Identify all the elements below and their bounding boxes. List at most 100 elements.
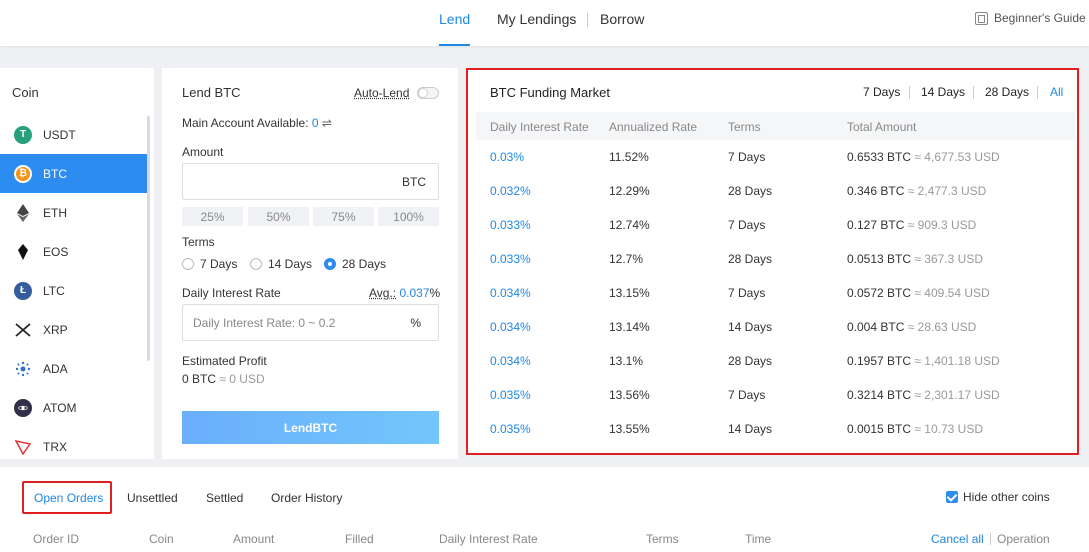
total-amount-cell: 0.1957 BTC ≈ 1,401.18 USD: [847, 344, 1000, 378]
amount-btc: 0.0513 BTC: [847, 252, 912, 266]
profit-usd: ≈ 0 USD: [219, 372, 265, 386]
term-28-days-radio[interactable]: 28 Days: [324, 257, 386, 271]
avg-unit: %: [429, 286, 441, 300]
filter-28-days[interactable]: 28 Days: [985, 85, 1029, 99]
tab-settled[interactable]: Settled: [206, 491, 243, 505]
coin-item-eth[interactable]: ETH: [0, 193, 147, 232]
coin-list-header: Coin: [12, 85, 39, 100]
market-row[interactable]: 0.034% 13.14% 14 Days 0.004 BTC ≈ 28.63 USD: [468, 310, 1077, 344]
cancel-all-link[interactable]: Cancel all: [931, 532, 984, 546]
eos-icon: [14, 243, 32, 261]
rate-label: Daily Interest Rate: [182, 286, 281, 300]
percent-100-button[interactable]: 100%: [378, 207, 439, 226]
amount-usd: ≈ 409.54 USD: [914, 286, 990, 300]
radio-label: 28 Days: [342, 257, 387, 271]
btc-icon: ₿: [14, 164, 32, 183]
amount-usd: ≈ 2,301.17 USD: [914, 388, 1000, 402]
avg-value: 0.037: [399, 286, 430, 300]
amount-input[interactable]: BTC: [182, 163, 439, 200]
coin-item-ada[interactable]: ADA: [0, 349, 147, 388]
coin-list-panel: Coin T USDT ₿ BTC ETH EOS Ł LTC XRP ADA: [0, 68, 154, 459]
percent-25-button[interactable]: 25%: [182, 207, 243, 226]
market-row[interactable]: 0.032% 12.29% 28 Days 0.346 BTC ≈ 2,477.3 U…: [468, 174, 1077, 208]
terms-cell: 28 Days: [728, 252, 773, 266]
tab-order-history[interactable]: Order History: [271, 491, 342, 505]
market-row[interactable]: 0.033% 12.7% 28 Days 0.0513 BTC ≈ 367.3 USD: [468, 242, 1077, 276]
rate-cell: 0.033%: [490, 218, 531, 232]
coin-label: LTC: [43, 283, 65, 298]
coin-label: ETH: [43, 205, 67, 220]
profit-btc: 0 BTC: [182, 372, 217, 386]
tab-open-orders[interactable]: Open Orders: [34, 491, 103, 505]
col-filled: Filled: [345, 532, 374, 546]
coin-item-ltc[interactable]: Ł LTC: [0, 271, 147, 310]
col-time: Time: [745, 532, 772, 546]
col-coin: Coin: [149, 532, 174, 546]
market-row[interactable]: 0.03% 11.52% 7 Days 0.6533 BTC ≈ 4,677.53 U…: [468, 140, 1077, 174]
coin-label: EOS: [43, 244, 69, 259]
rate-cell: 0.034%: [490, 354, 531, 368]
transfer-icon[interactable]: ⇌: [322, 116, 332, 130]
rate-input[interactable]: [183, 305, 403, 340]
tab-my-lendings[interactable]: My Lendings: [497, 11, 576, 46]
col-annualized-rate: Annualized Rate: [609, 120, 698, 134]
term-14-days-radio[interactable]: 14 Days: [250, 257, 312, 271]
col-daily-rate: Daily Interest Rate: [490, 120, 589, 134]
coin-item-usdt[interactable]: T USDT: [0, 115, 147, 154]
auto-lend-label[interactable]: Auto-Lend: [354, 86, 409, 100]
trx-icon: [14, 438, 32, 456]
ltc-icon: Ł: [14, 281, 32, 300]
market-row[interactable]: 0.035% 13.56% 7 Days 0.3214 BTC ≈ 2,301.17 …: [468, 378, 1077, 412]
beginners-guide-link[interactable]: Beginner's Guide: [975, 11, 1086, 25]
coin-item-btc[interactable]: ₿ BTC: [0, 154, 147, 193]
radio-label: 7 Days: [200, 257, 238, 271]
market-row[interactable]: 0.033% 12.74% 7 Days 0.127 BTC ≈ 909.3 USD: [468, 208, 1077, 242]
market-row[interactable]: 0.034% 13.1% 28 Days 0.1957 BTC ≈ 1,401.18 …: [468, 344, 1077, 378]
tab-unsettled[interactable]: Unsettled: [127, 491, 178, 505]
total-amount-cell: 0.0015 BTC ≈ 10.73 USD: [847, 412, 983, 446]
market-row[interactable]: 0.035% 13.55% 14 Days 0.0015 BTC ≈ 10.73 US…: [468, 412, 1077, 446]
coin-item-trx[interactable]: TRX: [0, 427, 147, 459]
total-amount-cell: 0.0572 BTC ≈ 409.54 USD: [847, 276, 990, 310]
market-row[interactable]: 0.034% 13.15% 7 Days 0.0572 BTC ≈ 409.54 US…: [468, 276, 1077, 310]
terms-label: Terms: [182, 235, 215, 249]
terms-cell: 28 Days: [728, 354, 773, 368]
col-amount: Amount: [233, 532, 275, 546]
tab-lend[interactable]: Lend: [439, 11, 471, 46]
rate-cell: 0.03%: [490, 150, 525, 164]
filter-divider: [973, 86, 974, 99]
amount-unit: BTC: [402, 175, 426, 189]
auto-lend-toggle[interactable]: [417, 87, 439, 99]
percent-75-button[interactable]: 75%: [313, 207, 374, 226]
amount-btc: 0.0572 BTC: [847, 286, 912, 300]
lend-btc-button[interactable]: LendBTC: [182, 411, 439, 444]
amount-usd: ≈ 10.73 USD: [914, 422, 984, 436]
tab-borrow[interactable]: Borrow: [600, 11, 644, 46]
filter-all[interactable]: All: [1050, 85, 1063, 99]
annualized-cell: 13.55%: [609, 422, 650, 436]
rate-unit: %: [410, 316, 421, 330]
coin-item-eos[interactable]: EOS: [0, 232, 147, 271]
filter-14-days[interactable]: 14 Days: [921, 85, 965, 99]
coin-list-scrollbar[interactable]: [147, 116, 150, 361]
amount-btc: 0.6533 BTC: [847, 150, 912, 164]
percent-50-button[interactable]: 50%: [248, 207, 309, 226]
terms-cell: 7 Days: [728, 286, 766, 300]
amount-usd: ≈ 2,477.3 USD: [907, 184, 987, 198]
filter-7-days[interactable]: 7 Days: [863, 85, 900, 99]
coin-item-atom[interactable]: ATOM: [0, 388, 147, 427]
term-7-days-radio[interactable]: 7 Days: [182, 257, 237, 271]
coin-label: BTC: [43, 166, 67, 181]
total-amount-cell: 0.127 BTC ≈ 909.3 USD: [847, 208, 976, 242]
amount-btc: 0.127 BTC: [847, 218, 905, 232]
col-order-id: Order ID: [33, 532, 80, 546]
annualized-cell: 13.14%: [609, 320, 650, 334]
hide-other-checkbox[interactable]: [946, 491, 958, 503]
lend-form-panel: Lend BTC Auto-Lend Main Account Availabl…: [162, 68, 458, 459]
rate-cell: 0.034%: [490, 320, 531, 334]
hide-other-coins[interactable]: Hide other coins: [946, 490, 1050, 504]
coin-item-xrp[interactable]: XRP: [0, 310, 147, 349]
profit-value: 0 BTC ≈ 0 USD: [182, 372, 265, 386]
funding-market-panel: BTC Funding Market 7 Days 14 Days 28 Day…: [466, 68, 1079, 455]
amount-usd: ≈ 909.3 USD: [907, 218, 977, 232]
